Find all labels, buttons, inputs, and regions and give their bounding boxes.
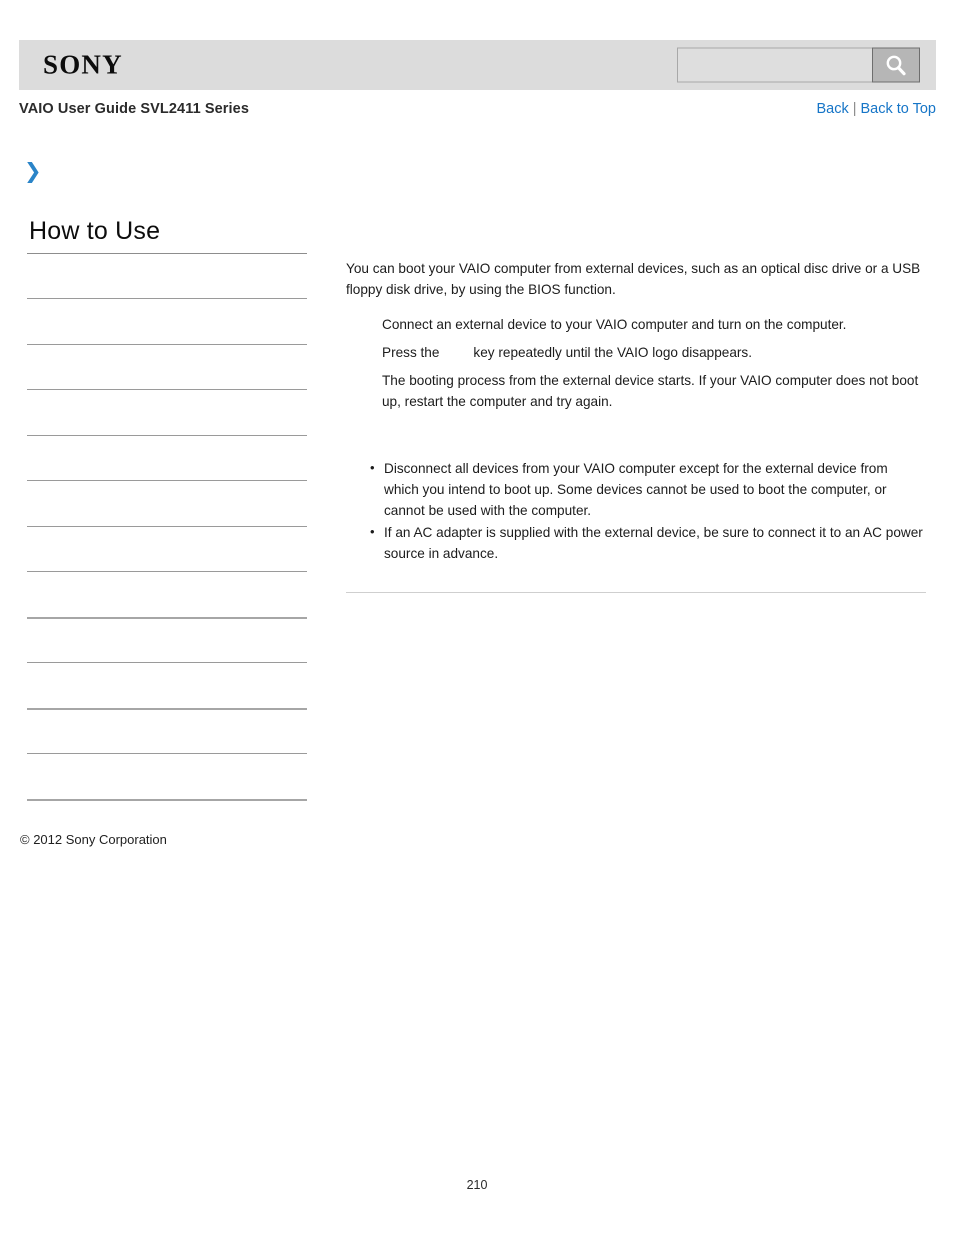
steps-list: Connect an external device to your VAIO … bbox=[346, 314, 926, 412]
search-input[interactable] bbox=[677, 47, 872, 83]
sidebar-item-12[interactable] bbox=[27, 753, 307, 799]
sidebar-item-3[interactable] bbox=[27, 343, 307, 390]
title-row: VAIO User Guide SVL2411 Series Back | Back… bbox=[19, 101, 936, 121]
note-item: Disconnect all devices from your VAIO co… bbox=[370, 457, 926, 521]
step-item-2: Press the key repeatedly until the VAIO l… bbox=[346, 342, 926, 363]
sidebar-item-9[interactable] bbox=[27, 616, 307, 663]
back-link[interactable]: Back bbox=[816, 101, 848, 117]
sony-logo: SONY bbox=[43, 49, 123, 80]
nav-separator: | bbox=[852, 101, 857, 117]
sidebar-item-1[interactable] bbox=[27, 252, 307, 299]
sidebar-item-6[interactable] bbox=[27, 480, 307, 526]
search-area bbox=[677, 47, 920, 83]
sidebar-item-7[interactable] bbox=[27, 525, 307, 572]
content-bottom-divider bbox=[346, 592, 926, 593]
sidebar: How to Use bbox=[27, 217, 307, 801]
intro-paragraph: You can boot your VAIO computer from ext… bbox=[346, 261, 921, 297]
sidebar-item-11[interactable] bbox=[27, 707, 307, 754]
sidebar-item-4[interactable] bbox=[27, 389, 307, 435]
sidebar-bottom-divider bbox=[27, 798, 307, 801]
sidebar-item-10[interactable] bbox=[27, 662, 307, 708]
search-button[interactable] bbox=[872, 47, 920, 83]
step-text: The booting process from the external de… bbox=[382, 373, 919, 409]
sidebar-item-2[interactable] bbox=[27, 298, 307, 344]
sidebar-item-8[interactable] bbox=[27, 571, 307, 617]
step-text-after: key repeatedly until the VAIO logo disap… bbox=[473, 345, 753, 360]
step-item-3: The booting process from the external de… bbox=[346, 370, 926, 412]
step-item-1: Connect an external device to your VAIO … bbox=[346, 314, 926, 335]
note-item: If an AC adapter is supplied with the ex… bbox=[370, 521, 926, 564]
step-text: Connect an external device to your VAIO … bbox=[382, 317, 847, 332]
header-nav-links: Back | Back to Top bbox=[816, 101, 936, 117]
page-title: VAIO User Guide SVL2411 Series bbox=[19, 101, 250, 117]
page-number: 210 bbox=[466, 1178, 488, 1192]
sidebar-heading: How to Use bbox=[29, 217, 161, 245]
search-icon bbox=[883, 52, 909, 78]
main-content: You can boot your VAIO computer from ext… bbox=[346, 258, 926, 601]
chevron-right-icon[interactable]: ❯ bbox=[24, 160, 44, 182]
back-to-top-link[interactable]: Back to Top bbox=[860, 101, 936, 117]
site-header: SONY bbox=[19, 40, 936, 90]
notes-list: Disconnect all devices from your VAIO co… bbox=[346, 457, 926, 564]
step-text-before: Press the bbox=[382, 345, 440, 360]
copyright-text: © 2012 Sony Corporation bbox=[20, 832, 167, 847]
sidebar-item-5[interactable] bbox=[27, 434, 307, 481]
sidebar-list bbox=[27, 252, 307, 799]
